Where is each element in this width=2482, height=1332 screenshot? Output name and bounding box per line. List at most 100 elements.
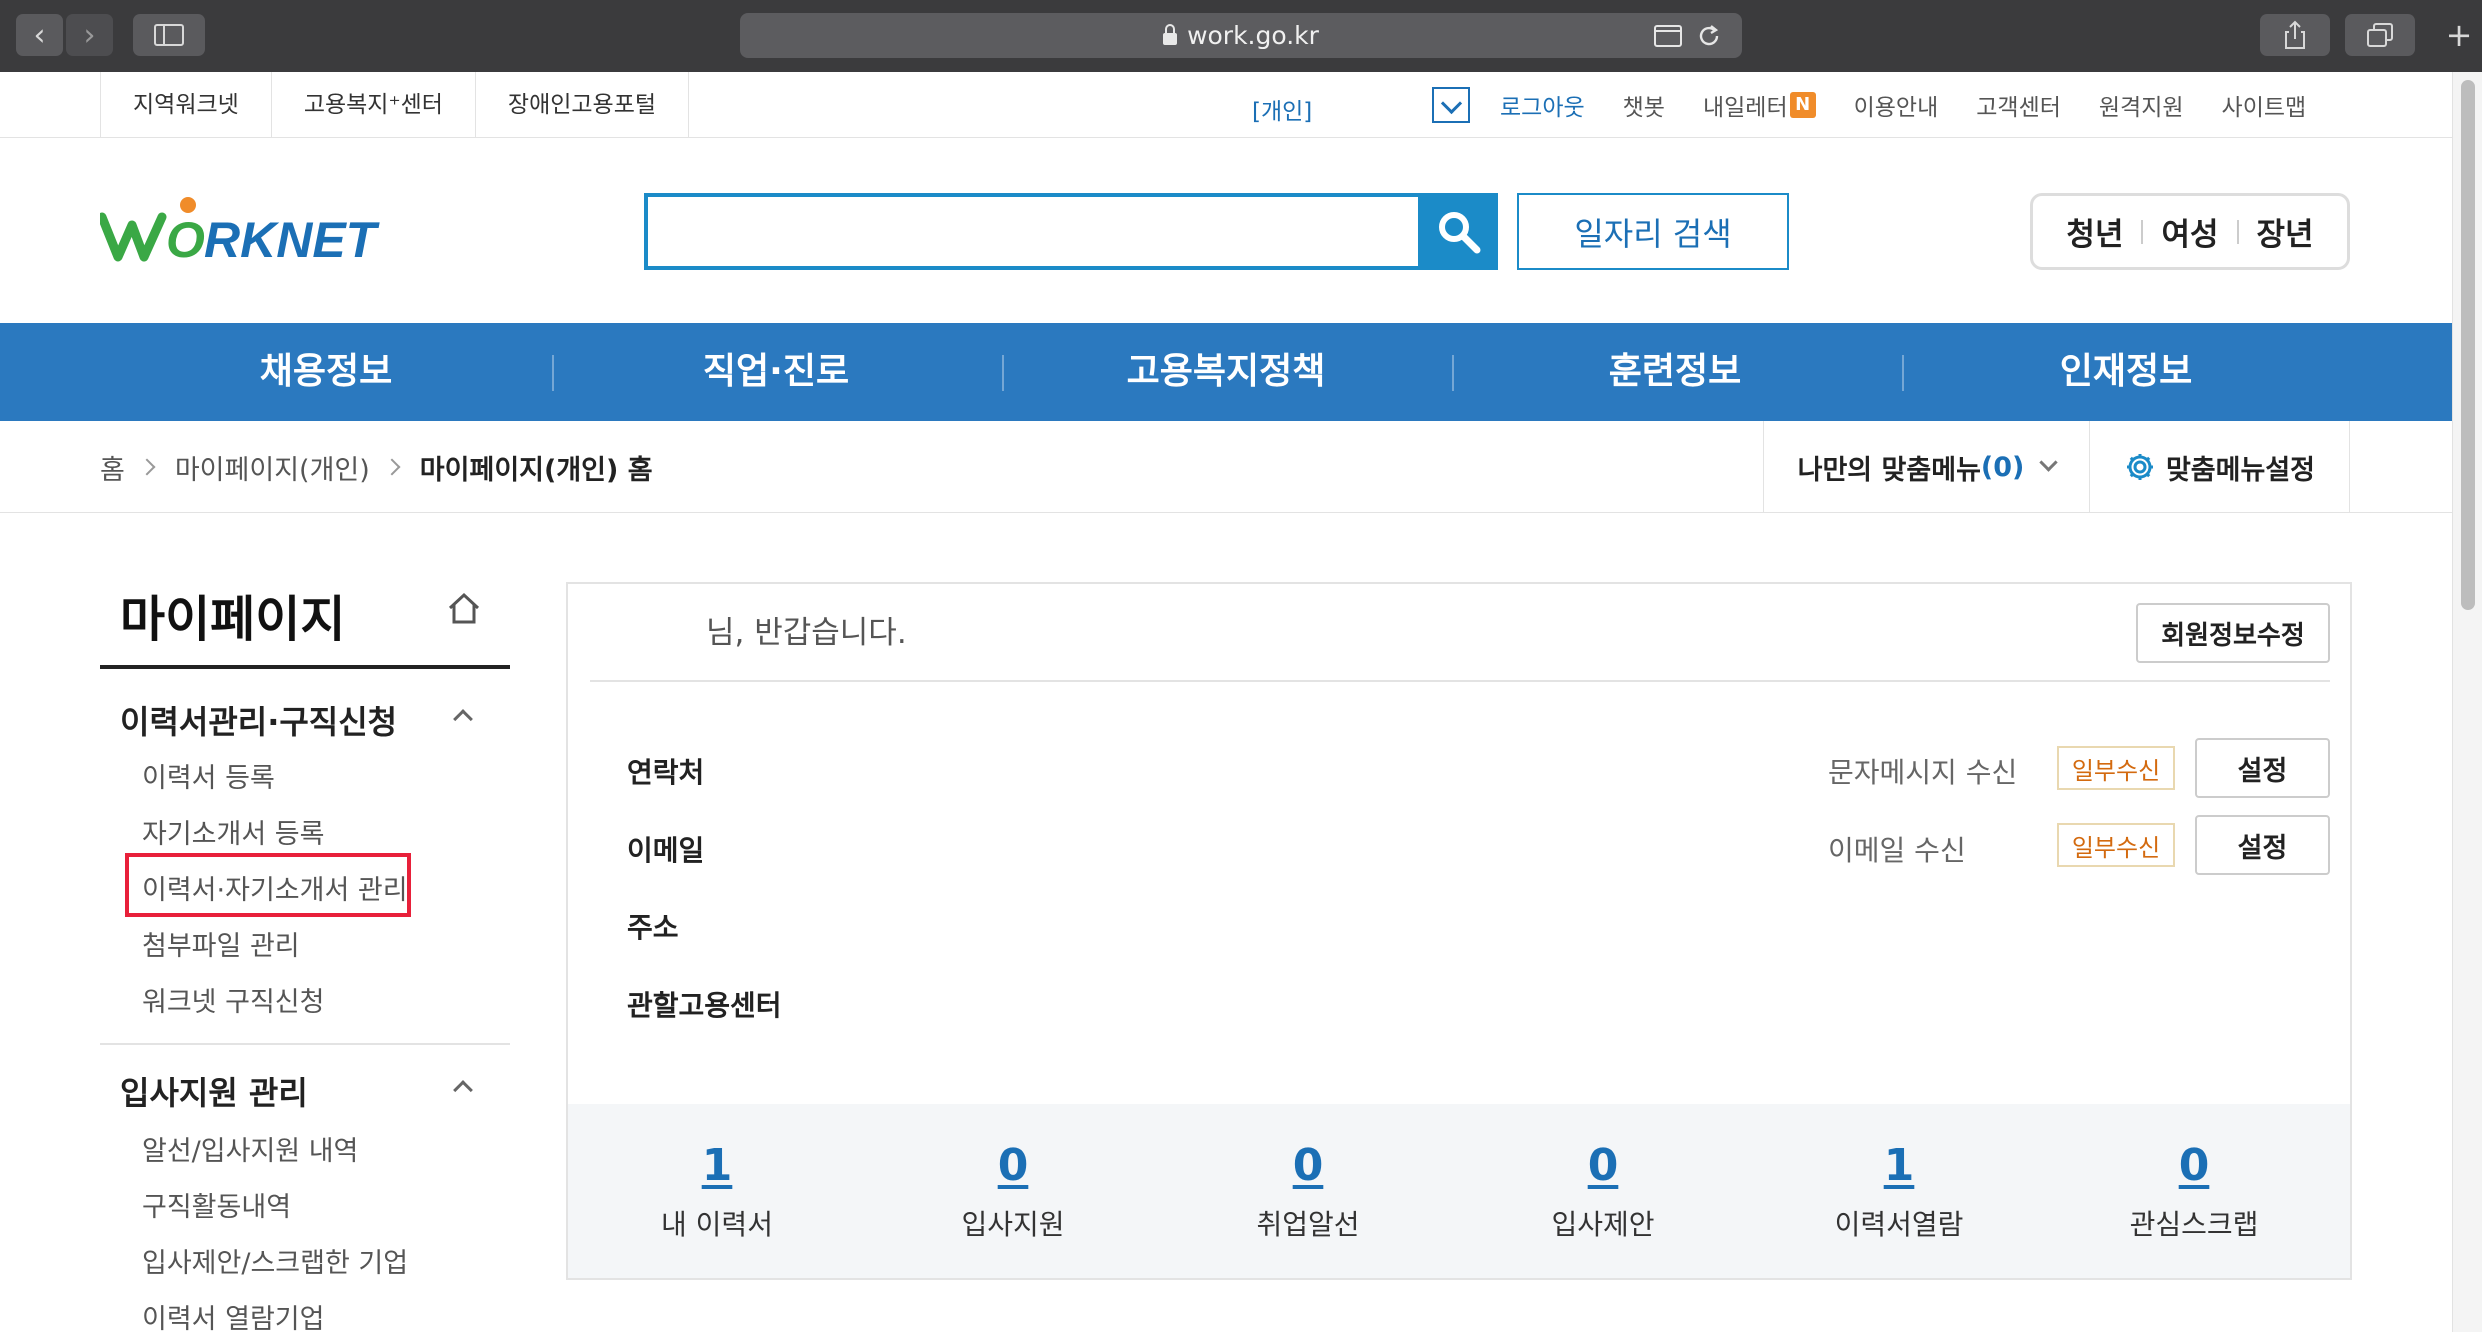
- sidebar-item-cover-letter-register[interactable]: 자기소개서 등록: [142, 812, 324, 851]
- share-button[interactable]: [2260, 14, 2330, 56]
- main-navigation: 채용정보 직업·진로 고용복지정책 훈련정보 인재정보: [0, 323, 2452, 421]
- menu-settings-button[interactable]: 맞춤메뉴설정: [2089, 421, 2350, 513]
- email-label: 이메일: [627, 834, 705, 867]
- utility-links: 로그아웃 챗봇 내일레터 N 이용안내 고객센터 원격지원 사이트맵: [1500, 72, 2344, 138]
- sidebar-section-resume[interactable]: 이력서관리·구직신청: [120, 697, 397, 743]
- gear-icon: [2126, 454, 2153, 480]
- edit-member-info-button[interactable]: 회원정보수정: [2136, 603, 2330, 663]
- link-regional-worknet[interactable]: 지역워크넷: [100, 72, 271, 138]
- job-search-button[interactable]: 일자리 검색: [1517, 193, 1789, 270]
- sms-status-badge: 일부수신: [2057, 746, 2175, 790]
- family-site-links: 지역워크넷 고용복지⁺센터 장애인고용포털: [100, 72, 690, 138]
- sidebar-item-resume-management[interactable]: 이력서·자기소개서 관리: [142, 868, 408, 907]
- new-badge: N: [1789, 92, 1816, 118]
- contact-label: 연락처: [627, 756, 705, 789]
- sidebar-icon: [154, 24, 184, 46]
- address-url: work.go.kr: [1187, 21, 1319, 50]
- my-menu-dropdown[interactable]: 나만의 맞춤메뉴 (0): [1763, 421, 2089, 513]
- chevron-down-icon: [2039, 452, 2059, 472]
- logout-link[interactable]: 로그아웃: [1500, 88, 1585, 122]
- chevron-right-icon: ›: [83, 17, 96, 53]
- reader-view-icon[interactable]: [1654, 25, 1682, 47]
- email-receive-label: 이메일 수신: [1828, 834, 1966, 867]
- reload-icon[interactable]: [1696, 23, 1722, 49]
- sitemap-link[interactable]: 사이트맵: [2222, 88, 2307, 122]
- divider: [590, 680, 2330, 682]
- browser-toolbar: ‹ › work.go.kr +: [0, 0, 2482, 72]
- stat-value[interactable]: 0: [998, 1140, 1029, 1191]
- stat-applications[interactable]: 0 입사지원: [863, 1104, 1163, 1278]
- sms-settings-button[interactable]: 설정: [2195, 738, 2330, 798]
- address-bar[interactable]: work.go.kr: [740, 13, 1742, 58]
- tabs-overview-button[interactable]: [2345, 14, 2415, 56]
- stat-value[interactable]: 0: [1293, 1140, 1324, 1191]
- breadcrumb: 홈 마이페이지(개인) 마이페이지(개인) 홈: [100, 421, 653, 513]
- sidebar-section-applications[interactable]: 입사지원 관리: [120, 1068, 308, 1114]
- plus-icon: +: [2445, 16, 2473, 54]
- new-tab-button[interactable]: +: [2436, 14, 2482, 56]
- breadcrumb-current: 마이페이지(개인) 홈: [419, 454, 653, 486]
- breadcrumb-bar: 홈 마이페이지(개인) 마이페이지(개인) 홈 나만의 맞춤메뉴 (0) 맞춤메뉴…: [0, 421, 2452, 513]
- chevron-up-icon[interactable]: [453, 709, 473, 729]
- member-type-dropdown[interactable]: [1432, 87, 1470, 123]
- divider: [1002, 355, 1004, 391]
- home-icon: [448, 592, 480, 624]
- age-group-menu: 청년 여성 장년: [2030, 193, 2350, 270]
- logo-rknet: RKNET: [204, 212, 381, 265]
- breadcrumb-home[interactable]: 홈: [100, 448, 125, 487]
- email-settings-button[interactable]: 설정: [2195, 815, 2330, 875]
- chatbot-link[interactable]: 챗봇: [1623, 88, 1665, 122]
- sidebar-item-resume-register[interactable]: 이력서 등록: [142, 756, 275, 795]
- back-button[interactable]: ‹: [16, 14, 63, 56]
- sidebar-item-job-activity[interactable]: 구직활동내역: [142, 1185, 291, 1224]
- divider: [100, 1043, 510, 1045]
- sidebar-title-underline: [100, 665, 510, 669]
- letter-link[interactable]: 내일레터 N: [1703, 88, 1816, 122]
- worknet-logo[interactable]: O RKNET: [100, 195, 400, 265]
- customer-center-link[interactable]: 고객센터: [1976, 88, 2061, 122]
- stat-resume-views[interactable]: 1 이력서열람: [1749, 1104, 2049, 1278]
- link-employment-welfare-center[interactable]: 고용복지⁺센터: [270, 72, 475, 138]
- sidebar-item-attachments[interactable]: 첨부파일 관리: [142, 924, 300, 963]
- sidebar-item-job-application[interactable]: 워크넷 구직신청: [142, 980, 324, 1019]
- logo-o: O: [166, 212, 205, 265]
- nav-career[interactable]: 직업·진로: [703, 323, 849, 421]
- breadcrumb-mypage[interactable]: 마이페이지(개인): [175, 448, 370, 487]
- email-status-badge: 일부수신: [2057, 823, 2175, 867]
- sms-receive-label: 문자메시지 수신: [1828, 756, 2018, 789]
- address-label: 주소: [627, 911, 679, 944]
- nav-training[interactable]: 훈련정보: [1609, 323, 1741, 421]
- stat-value[interactable]: 0: [2179, 1140, 2210, 1191]
- nav-talent[interactable]: 인재정보: [2060, 323, 2192, 421]
- search-box: [644, 193, 1422, 270]
- remote-support-link[interactable]: 원격지원: [2099, 88, 2184, 122]
- search-input[interactable]: [648, 197, 1418, 266]
- guide-link[interactable]: 이용안내: [1854, 88, 1939, 122]
- home-button[interactable]: [446, 591, 482, 629]
- stat-my-resumes[interactable]: 1 내 이력서: [567, 1104, 867, 1278]
- stat-value[interactable]: 1: [1884, 1140, 1915, 1191]
- chevron-up-icon[interactable]: [453, 1080, 473, 1100]
- stat-value[interactable]: 0: [1588, 1140, 1619, 1191]
- page-scrollbar[interactable]: [2452, 72, 2482, 1332]
- sidebar-item-offers-scraps[interactable]: 입사제안/스크랩한 기업: [142, 1241, 408, 1280]
- sidebar-item-application-history[interactable]: 알선/입사지원 내역: [142, 1129, 358, 1168]
- search-button[interactable]: [1420, 193, 1498, 270]
- stat-scraps[interactable]: 0 관심스크랩: [2044, 1104, 2344, 1278]
- seniors-link[interactable]: 장년: [2239, 209, 2332, 254]
- scrollbar-thumb[interactable]: [2461, 80, 2475, 610]
- sidebar-title: 마이페이지: [120, 591, 346, 648]
- stat-job-offers[interactable]: 0 입사제안: [1453, 1104, 1753, 1278]
- stat-label: 관심스크랩: [2129, 1208, 2259, 1241]
- forward-button[interactable]: ›: [66, 14, 113, 56]
- nav-welfare-policy[interactable]: 고용복지정책: [1127, 323, 1326, 421]
- link-disabled-employment-portal[interactable]: 장애인고용포털: [474, 72, 690, 138]
- menu-settings-label: 맞춤메뉴설정: [2165, 454, 2316, 486]
- nav-job-info[interactable]: 채용정보: [260, 323, 392, 421]
- stat-job-referrals[interactable]: 0 취업알선: [1158, 1104, 1458, 1278]
- sidebar-toggle-button[interactable]: [133, 14, 205, 56]
- youth-link[interactable]: 청년: [2048, 209, 2141, 254]
- women-link[interactable]: 여성: [2143, 209, 2236, 254]
- sidebar-item-resume-viewers[interactable]: 이력서 열람기업: [142, 1297, 324, 1332]
- stat-value[interactable]: 1: [702, 1140, 733, 1191]
